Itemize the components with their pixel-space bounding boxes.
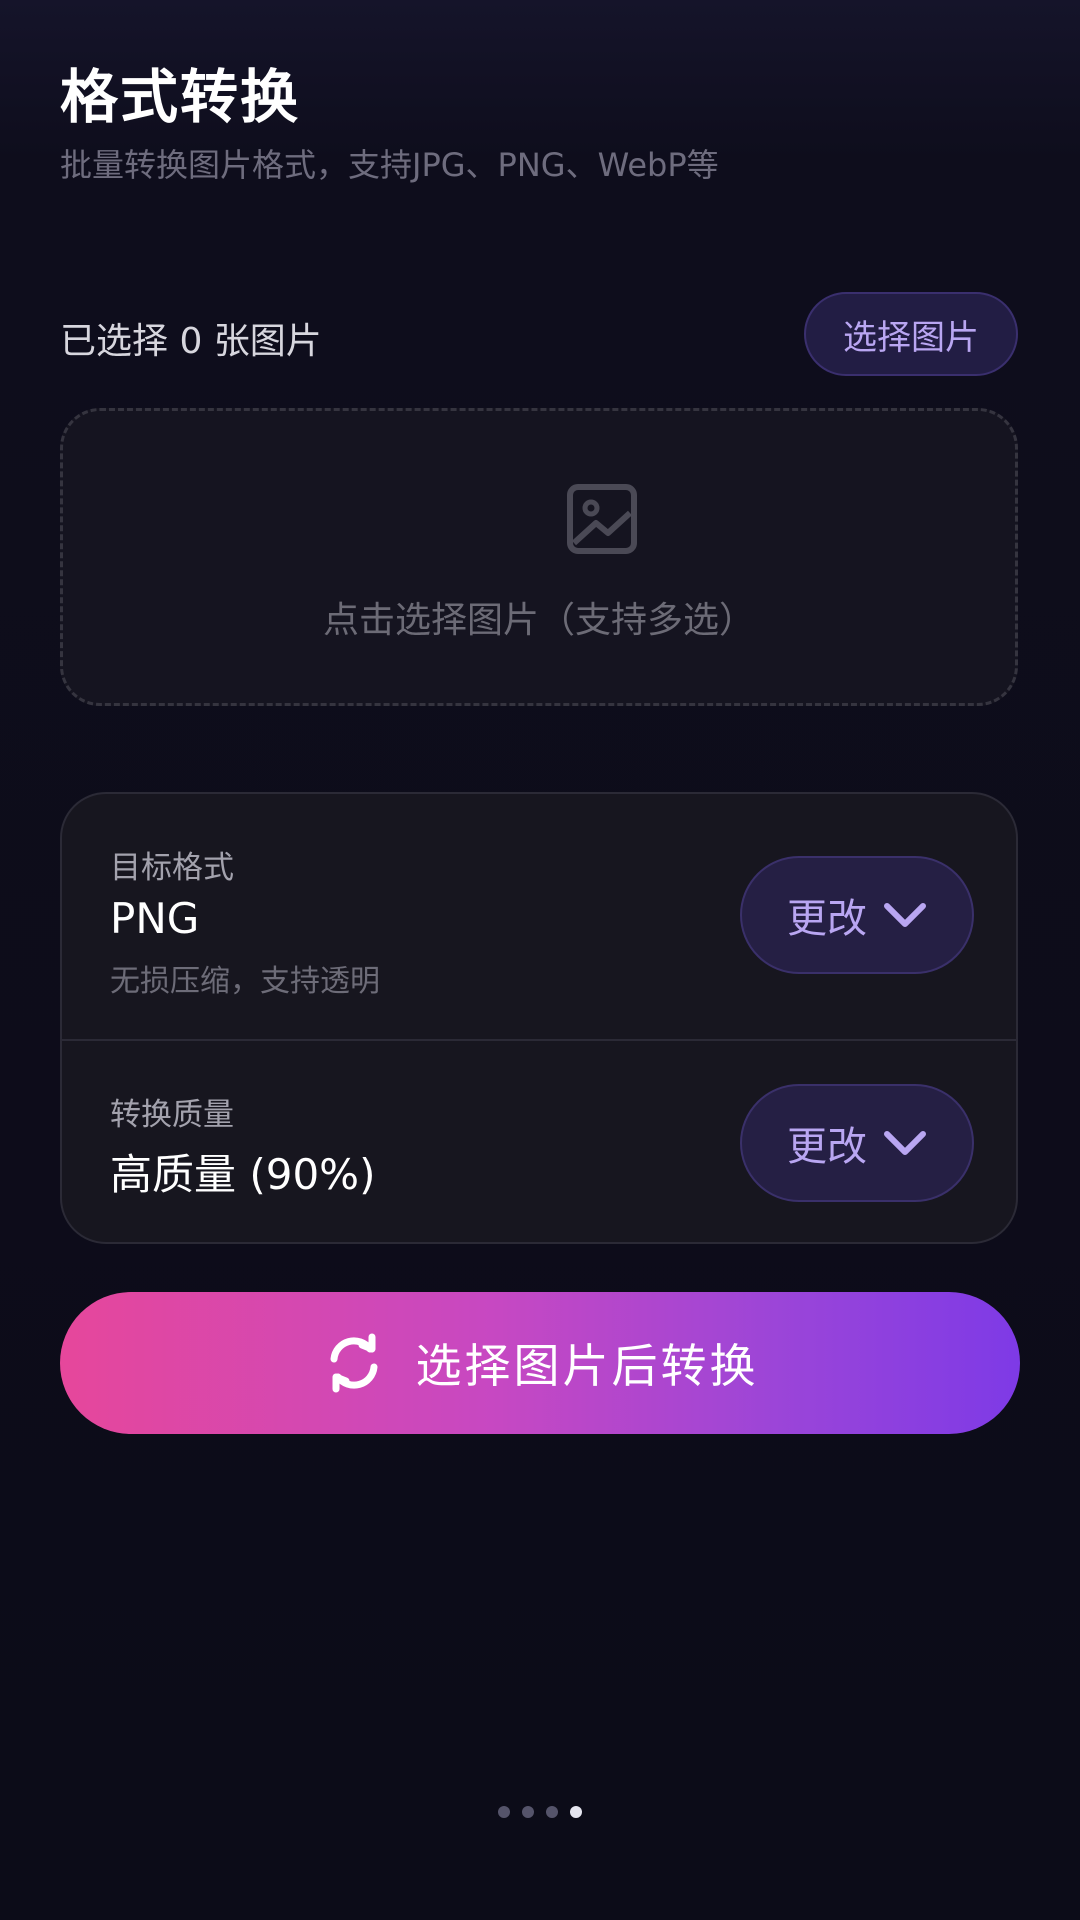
page-subtitle: 批量转换图片格式，支持JPG、PNG、WebP等 (60, 146, 719, 184)
image-icon (567, 484, 637, 554)
quality-label: 转换质量 (110, 1097, 234, 1133)
format-convert-screen: 格式转换 批量转换图片格式，支持JPG、PNG、WebP等 已选择 0 张图片 … (0, 0, 1080, 1920)
selected-count-label: 已选择 0 张图片 (60, 321, 322, 362)
quality-row: 转换质量 高质量 (90%) 更改 (62, 1041, 1016, 1242)
quality-value: 高质量 (90%) (110, 1150, 376, 1199)
target-format-label: 目标格式 (110, 850, 234, 886)
change-format-button[interactable]: 更改 (740, 856, 974, 974)
change-format-label: 更改 (787, 896, 867, 942)
image-dropzone[interactable]: 点击选择图片（支持多选） (60, 408, 1018, 706)
settings-card: 目标格式 PNG 无损压缩，支持透明 更改 转换质量 高质量 (90%) 更改 (60, 792, 1018, 1244)
chevron-down-icon (884, 903, 926, 927)
page-dot[interactable] (522, 1806, 534, 1818)
page-indicator (0, 1806, 1080, 1818)
select-images-button[interactable]: 选择图片 (804, 292, 1018, 376)
page-title: 格式转换 (60, 63, 301, 131)
page-dot[interactable] (498, 1806, 510, 1818)
page-dot[interactable] (546, 1806, 558, 1818)
convert-button[interactable]: 选择图片后转换 (60, 1292, 1020, 1434)
target-format-value: PNG (110, 894, 200, 943)
change-quality-label: 更改 (787, 1124, 867, 1170)
target-format-description: 无损压缩，支持透明 (110, 964, 380, 999)
change-quality-button[interactable]: 更改 (740, 1084, 974, 1202)
target-format-row: 目标格式 PNG 无损压缩，支持透明 更改 (62, 794, 1016, 1041)
convert-button-label: 选择图片后转换 (415, 1339, 759, 1393)
dropzone-hint: 点击选择图片（支持多选） (322, 600, 755, 641)
chevron-down-icon (884, 1131, 926, 1155)
refresh-icon (330, 1333, 377, 1393)
page-dot-active[interactable] (570, 1806, 582, 1818)
